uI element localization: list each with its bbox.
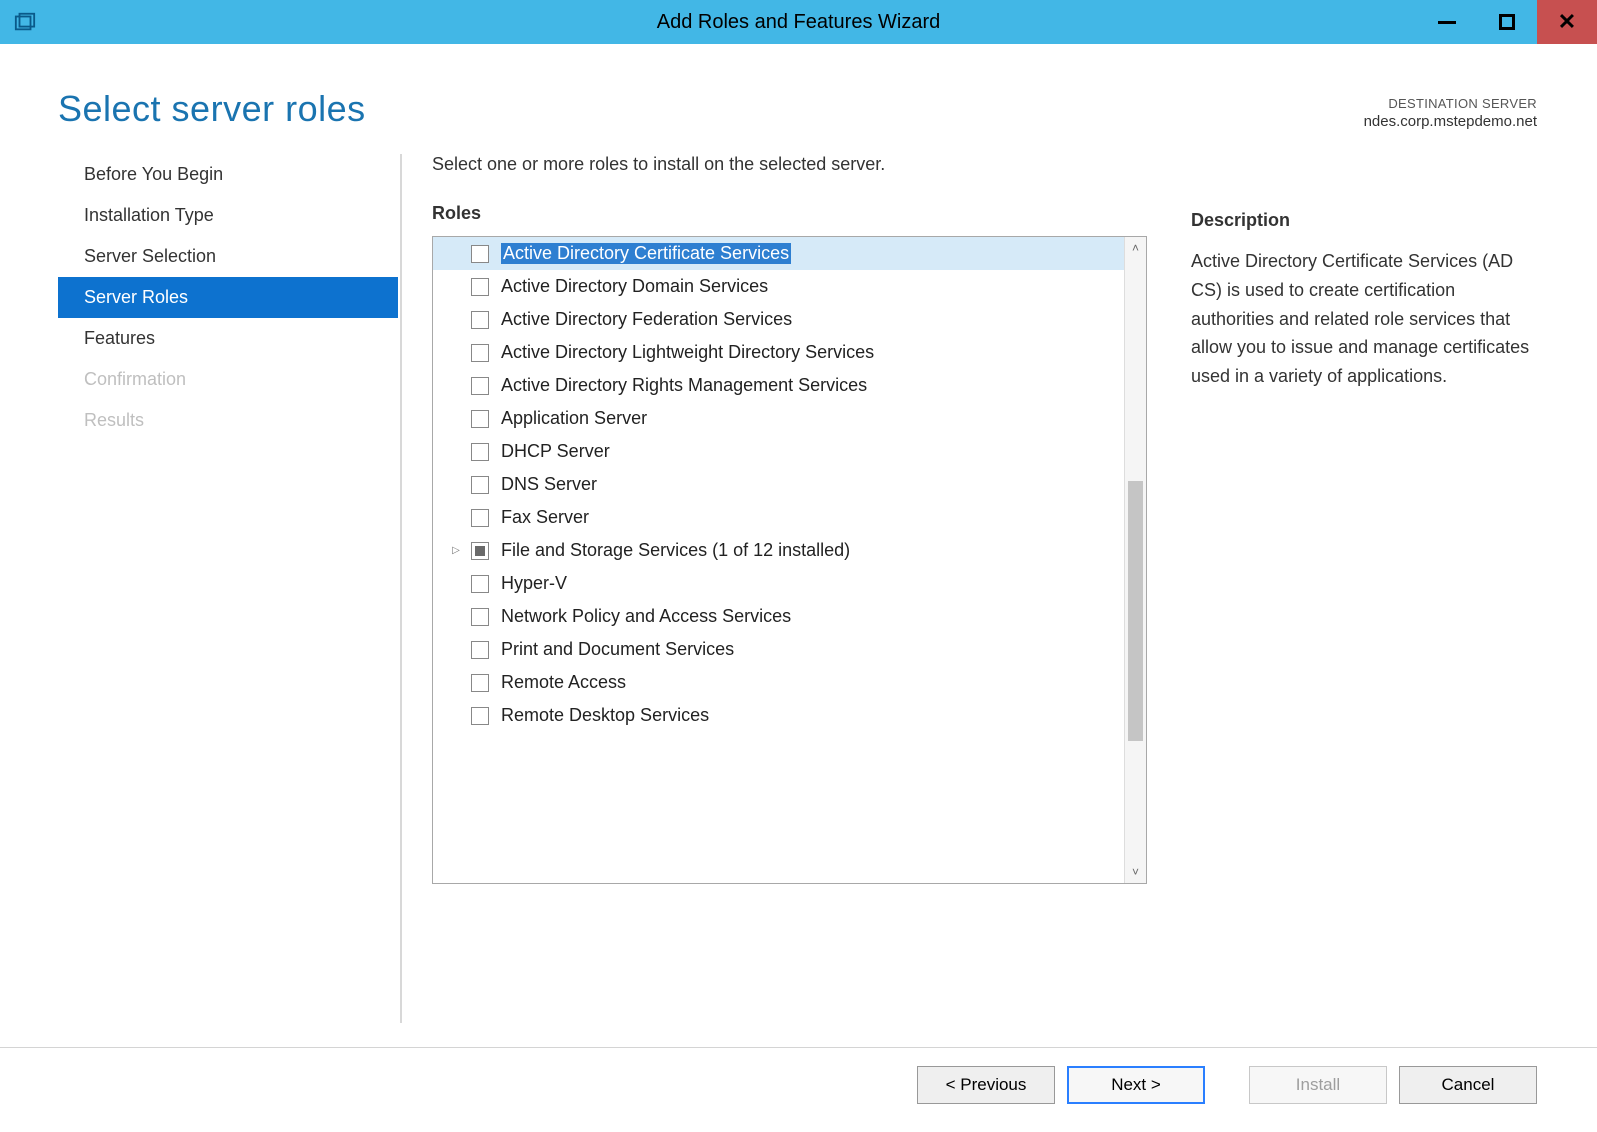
role-row[interactable]: Active Directory Domain Services xyxy=(433,270,1124,303)
expander-icon[interactable]: ▷ xyxy=(449,545,463,556)
role-row[interactable]: Fax Server xyxy=(433,501,1124,534)
role-row[interactable]: Remote Access xyxy=(433,666,1124,699)
window-controls: ✕ xyxy=(1417,0,1597,44)
role-label: Active Directory Federation Services xyxy=(501,309,792,330)
cancel-button[interactable]: Cancel xyxy=(1399,1066,1537,1104)
wizard-steps-sidebar: Before You BeginInstallation TypeServer … xyxy=(58,154,398,1023)
role-label: Fax Server xyxy=(501,507,589,528)
destination-info: DESTINATION SERVER ndes.corp.mstepdemo.n… xyxy=(1364,88,1537,130)
role-label: Remote Desktop Services xyxy=(501,705,709,726)
role-row[interactable]: Network Policy and Access Services xyxy=(433,600,1124,633)
scroll-up-button[interactable]: ˄ xyxy=(1125,237,1146,259)
description-text: Active Directory Certificate Services (A… xyxy=(1191,247,1537,391)
minimize-icon xyxy=(1438,21,1456,24)
role-row[interactable]: Remote Desktop Services xyxy=(433,699,1124,732)
install-button: Install xyxy=(1249,1066,1387,1104)
role-checkbox[interactable] xyxy=(471,311,489,329)
content-area: Select server roles DESTINATION SERVER n… xyxy=(0,44,1597,1132)
role-label: Hyper-V xyxy=(501,573,567,594)
close-icon: ✕ xyxy=(1558,9,1576,35)
wizard-step-features[interactable]: Features xyxy=(58,318,398,359)
description-heading: Description xyxy=(1191,210,1537,231)
role-checkbox[interactable] xyxy=(471,443,489,461)
role-row[interactable]: ▷ File and Storage Services (1 of 12 inst… xyxy=(433,534,1124,567)
wizard-step-server-selection[interactable]: Server Selection xyxy=(58,236,398,277)
window-title: Add Roles and Features Wizard xyxy=(0,11,1597,34)
role-checkbox[interactable] xyxy=(471,575,489,593)
role-row[interactable]: Active Directory Rights Management Servi… xyxy=(433,369,1124,402)
vertical-divider xyxy=(400,154,402,1023)
role-label: DNS Server xyxy=(501,474,597,495)
title-bar[interactable]: Add Roles and Features Wizard ✕ xyxy=(0,0,1597,44)
role-label: Application Server xyxy=(501,408,647,429)
role-label: Active Directory Lightweight Directory S… xyxy=(501,342,874,363)
role-row[interactable]: Application Server xyxy=(433,402,1124,435)
role-row[interactable]: Hyper-V xyxy=(433,567,1124,600)
role-row[interactable]: Active Directory Federation Services xyxy=(433,303,1124,336)
destination-label: DESTINATION SERVER xyxy=(1364,96,1537,111)
role-row[interactable]: Active Directory Certificate Services xyxy=(433,237,1124,270)
role-checkbox[interactable] xyxy=(471,476,489,494)
scrollbar[interactable]: ˄ ˅ xyxy=(1124,237,1146,883)
minimize-button[interactable] xyxy=(1417,0,1477,44)
role-checkbox[interactable] xyxy=(471,377,489,395)
wizard-step-before-you-begin[interactable]: Before You Begin xyxy=(58,154,398,195)
wizard-step-server-roles[interactable]: Server Roles xyxy=(58,277,398,318)
wizard-step-results: Results xyxy=(58,400,398,441)
next-button[interactable]: Next > xyxy=(1067,1066,1205,1104)
role-label: Active Directory Certificate Services xyxy=(501,243,791,264)
close-button[interactable]: ✕ xyxy=(1537,0,1597,44)
role-label: Active Directory Rights Management Servi… xyxy=(501,375,867,396)
role-label: Remote Access xyxy=(501,672,626,693)
header-area: Select server roles DESTINATION SERVER n… xyxy=(0,44,1597,148)
footer: < Previous Next > Install Cancel xyxy=(0,1047,1597,1122)
checkbox-partial-icon xyxy=(475,546,485,556)
role-checkbox[interactable] xyxy=(471,509,489,527)
role-row[interactable]: DHCP Server xyxy=(433,435,1124,468)
scroll-down-button[interactable]: ˅ xyxy=(1125,861,1146,883)
role-checkbox[interactable] xyxy=(471,344,489,362)
app-icon xyxy=(12,9,38,35)
role-label: DHCP Server xyxy=(501,441,610,462)
page-title: Select server roles xyxy=(58,88,366,130)
role-row[interactable]: Active Directory Lightweight Directory S… xyxy=(433,336,1124,369)
chevron-down-icon: ˅ xyxy=(1132,865,1139,879)
wizard-step-confirmation: Confirmation xyxy=(58,359,398,400)
description-column: Description Active Directory Certificate… xyxy=(1147,154,1537,1023)
role-checkbox[interactable] xyxy=(471,245,489,263)
role-label: Network Policy and Access Services xyxy=(501,606,791,627)
role-checkbox[interactable] xyxy=(471,674,489,692)
role-label: File and Storage Services (1 of 12 insta… xyxy=(501,540,850,561)
maximize-button[interactable] xyxy=(1477,0,1537,44)
main-column: Select one or more roles to install on t… xyxy=(432,154,1537,1023)
role-checkbox[interactable] xyxy=(471,410,489,428)
role-row[interactable]: Print and Document Services xyxy=(433,633,1124,666)
scroll-thumb[interactable] xyxy=(1128,481,1143,741)
body: Before You BeginInstallation TypeServer … xyxy=(0,148,1597,1023)
chevron-up-icon: ˄ xyxy=(1132,241,1139,255)
role-checkbox[interactable] xyxy=(471,608,489,626)
role-label: Print and Document Services xyxy=(501,639,734,660)
destination-server: ndes.corp.mstepdemo.net xyxy=(1364,113,1537,130)
roles-items: Active Directory Certificate Services Act… xyxy=(433,237,1124,883)
maximize-icon xyxy=(1499,14,1515,30)
roles-heading: Roles xyxy=(432,203,1147,224)
scroll-track[interactable] xyxy=(1125,259,1146,861)
previous-button[interactable]: < Previous xyxy=(917,1066,1055,1104)
role-checkbox[interactable] xyxy=(471,707,489,725)
role-checkbox[interactable] xyxy=(471,641,489,659)
wizard-step-installation-type[interactable]: Installation Type xyxy=(58,195,398,236)
role-checkbox[interactable] xyxy=(471,542,489,560)
wizard-window: Add Roles and Features Wizard ✕ Select s… xyxy=(0,0,1597,1132)
roles-column: Select one or more roles to install on t… xyxy=(432,154,1147,1023)
roles-listbox: Active Directory Certificate Services Act… xyxy=(432,236,1147,884)
role-checkbox[interactable] xyxy=(471,278,489,296)
role-label: Active Directory Domain Services xyxy=(501,276,768,297)
role-row[interactable]: DNS Server xyxy=(433,468,1124,501)
instruction-text: Select one or more roles to install on t… xyxy=(432,154,1147,175)
